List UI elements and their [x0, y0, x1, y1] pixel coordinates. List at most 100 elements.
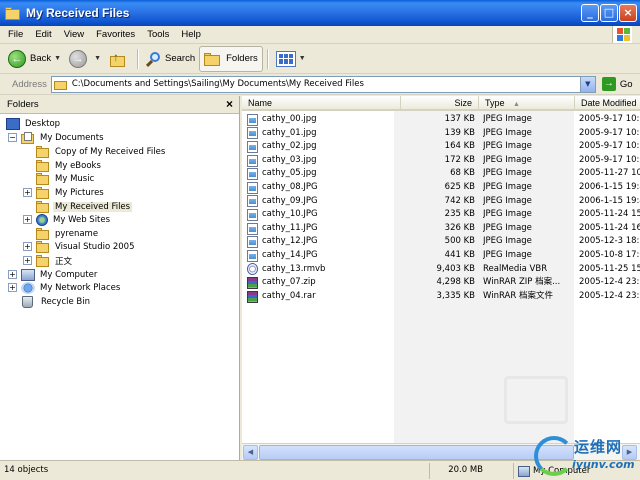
menu-help[interactable]: Help: [175, 29, 207, 40]
views-dropdown-icon[interactable]: ▼: [299, 55, 306, 62]
file-size: 172 KB: [444, 154, 475, 165]
pictures-folder-icon: [36, 186, 50, 199]
tree-item-my-music[interactable]: My Music: [36, 172, 96, 185]
tree-item-recycle-bin[interactable]: Recycle Bin: [21, 295, 92, 308]
expand-toggle[interactable]: +: [23, 188, 32, 197]
search-button[interactable]: Search: [142, 46, 199, 72]
forward-dropdown-icon[interactable]: ▼: [94, 55, 101, 62]
column-header-name[interactable]: Name: [242, 96, 401, 111]
menu-favorites[interactable]: Favorites: [90, 29, 141, 40]
file-size: 3,335 KB: [436, 290, 475, 301]
folders-button[interactable]: Folders: [199, 45, 263, 72]
go-button[interactable]: → Go: [601, 77, 633, 91]
windows-logo-icon: [612, 26, 632, 43]
file-row[interactable]: cathy_14.JPG 441 KB JPEG Image 2005-10-8 17…: [242, 249, 640, 263]
menu-file[interactable]: File: [0, 29, 29, 40]
rar-file-icon: [247, 276, 258, 289]
folder-icon: [36, 240, 50, 253]
file-row[interactable]: cathy_04.rar 3,335 KB WinRAR 档案文件 2005-12-4…: [242, 290, 640, 304]
file-size: 326 KB: [444, 222, 475, 233]
column-header-type[interactable]: Type ▲: [479, 96, 575, 111]
folders-pane: Folders × Desktop − My Documents Copy of…: [0, 96, 240, 460]
file-type: JPEG Image: [483, 141, 532, 152]
tree-item-label: My Network Places: [40, 282, 121, 293]
title-bar[interactable]: My Received Files _ □ ×: [0, 0, 640, 26]
tree-item-my-ebooks[interactable]: My eBooks: [36, 159, 103, 172]
menu-bar: File Edit View Favorites Tools Help: [0, 26, 640, 44]
tree-item-visual-studio-2005[interactable]: Visual Studio 2005: [36, 240, 136, 253]
file-row[interactable]: cathy_02.jpg 164 KB JPEG Image 2005-9-17 10…: [242, 140, 640, 154]
views-icon: [275, 50, 296, 67]
file-list[interactable]: Name Size Type ▲ Date Modified cathy_00.…: [242, 96, 640, 460]
menu-edit[interactable]: Edit: [29, 29, 57, 40]
file-type: JPEG Image: [483, 222, 532, 233]
file-row[interactable]: cathy_01.jpg 139 KB JPEG Image 2005-9-17 10…: [242, 127, 640, 141]
watermark-text: 运维网: [574, 438, 623, 456]
scroll-left-icon[interactable]: ◀: [243, 445, 258, 460]
window-title: My Received Files: [26, 6, 130, 20]
file-name-cell: cathy_13.rmvb: [247, 263, 397, 277]
maximize-button[interactable]: □: [600, 4, 618, 22]
recycle-bin-icon: [22, 295, 33, 308]
file-row[interactable]: cathy_05.jpg 68 KB JPEG Image 2005-11-27 10: [242, 167, 640, 181]
expand-toggle[interactable]: +: [23, 242, 32, 251]
network-places-icon: [21, 281, 35, 294]
file-row[interactable]: cathy_10.JPG 235 KB JPEG Image 2005-11-24 1…: [242, 208, 640, 222]
expand-toggle[interactable]: +: [8, 283, 17, 292]
jpg-file-icon: [247, 140, 258, 153]
collapse-toggle[interactable]: −: [8, 133, 17, 142]
file-type: RealMedia VBR: [483, 263, 548, 274]
file-row[interactable]: cathy_08.JPG 625 KB JPEG Image 2006-1-15 19…: [242, 181, 640, 195]
file-size: 137 KB: [444, 114, 475, 124]
file-row[interactable]: cathy_00.jpg 137 KB JPEG Image 2005-9-17 10…: [242, 113, 640, 127]
forward-button[interactable]: → ▼: [65, 46, 105, 72]
expand-toggle[interactable]: +: [23, 256, 32, 265]
file-type: JPEG Image: [483, 250, 532, 260]
tree-item-label: Recycle Bin: [41, 296, 91, 307]
tree-item-my-received-files[interactable]: My Received Files: [36, 200, 133, 213]
file-row[interactable]: cathy_11.JPG 326 KB JPEG Image 2005-11-24 1…: [242, 222, 640, 236]
views-button[interactable]: ▼: [272, 46, 310, 72]
menu-view[interactable]: View: [58, 29, 90, 40]
up-button[interactable]: ↑: [105, 46, 133, 72]
column-header-size[interactable]: Size: [401, 96, 479, 111]
close-button[interactable]: ×: [619, 4, 637, 22]
tree-item-pyrename[interactable]: pyrename: [36, 227, 100, 240]
file-type: JPEG Image: [483, 127, 532, 138]
file-date-modified: 2006-1-15 19:4: [579, 195, 640, 206]
tree-item-my-computer[interactable]: My Computer: [21, 268, 99, 281]
back-dropdown-icon[interactable]: ▼: [54, 55, 61, 62]
minimize-button[interactable]: _: [581, 4, 599, 22]
jpg-file-icon: [247, 168, 258, 181]
scrollbar-thumb[interactable]: [259, 445, 574, 460]
expand-toggle[interactable]: +: [8, 270, 17, 279]
tree-item-my-documents[interactable]: My Documents: [21, 131, 106, 144]
folder-icon: [53, 79, 68, 90]
address-path[interactable]: C:\Documents and Settings\Sailing\My Doc…: [72, 79, 364, 89]
menu-tools[interactable]: Tools: [141, 29, 175, 40]
address-field[interactable]: C:\Documents and Settings\Sailing\My Doc…: [50, 75, 596, 93]
back-button[interactable]: ← Back ▼: [4, 46, 65, 72]
tree-item-my-pictures[interactable]: My Pictures: [36, 186, 106, 199]
address-dropdown-icon[interactable]: ▼: [579, 76, 595, 92]
file-name-cell: cathy_10.JPG: [247, 208, 397, 222]
column-header-date-modified[interactable]: Date Modified: [575, 96, 640, 111]
tree-item-my-web-sites[interactable]: My Web Sites: [36, 213, 112, 226]
search-icon: [145, 51, 162, 67]
folders-pane-close-button[interactable]: ×: [226, 97, 233, 111]
search-label: Search: [165, 53, 196, 64]
file-row[interactable]: cathy_03.jpg 172 KB JPEG Image 2005-9-17 10…: [242, 154, 640, 168]
music-folder-icon: [36, 172, 50, 185]
file-name-cell: cathy_08.JPG: [247, 181, 397, 195]
expand-toggle[interactable]: +: [23, 215, 32, 224]
tree-item-copy-of-my-received-files[interactable]: Copy of My Received Files: [36, 145, 167, 158]
tree-item-zhengwen[interactable]: 正文: [36, 254, 74, 267]
tree-item-desktop[interactable]: Desktop: [6, 117, 62, 130]
file-row[interactable]: cathy_13.rmvb 9,403 KB RealMedia VBR 2005-1…: [242, 263, 640, 277]
tree-item-my-network-places[interactable]: My Network Places: [21, 281, 122, 294]
file-row[interactable]: cathy_09.JPG 742 KB JPEG Image 2006-1-15 19…: [242, 195, 640, 209]
file-row[interactable]: cathy_07.zip 4,298 KB WinRAR ZIP 档案... 2005…: [242, 276, 640, 290]
file-size: 68 KB: [450, 168, 475, 179]
file-row[interactable]: cathy_12.JPG 500 KB JPEG Image 2005-12-3 18…: [242, 235, 640, 249]
folder-icon: [36, 145, 50, 158]
